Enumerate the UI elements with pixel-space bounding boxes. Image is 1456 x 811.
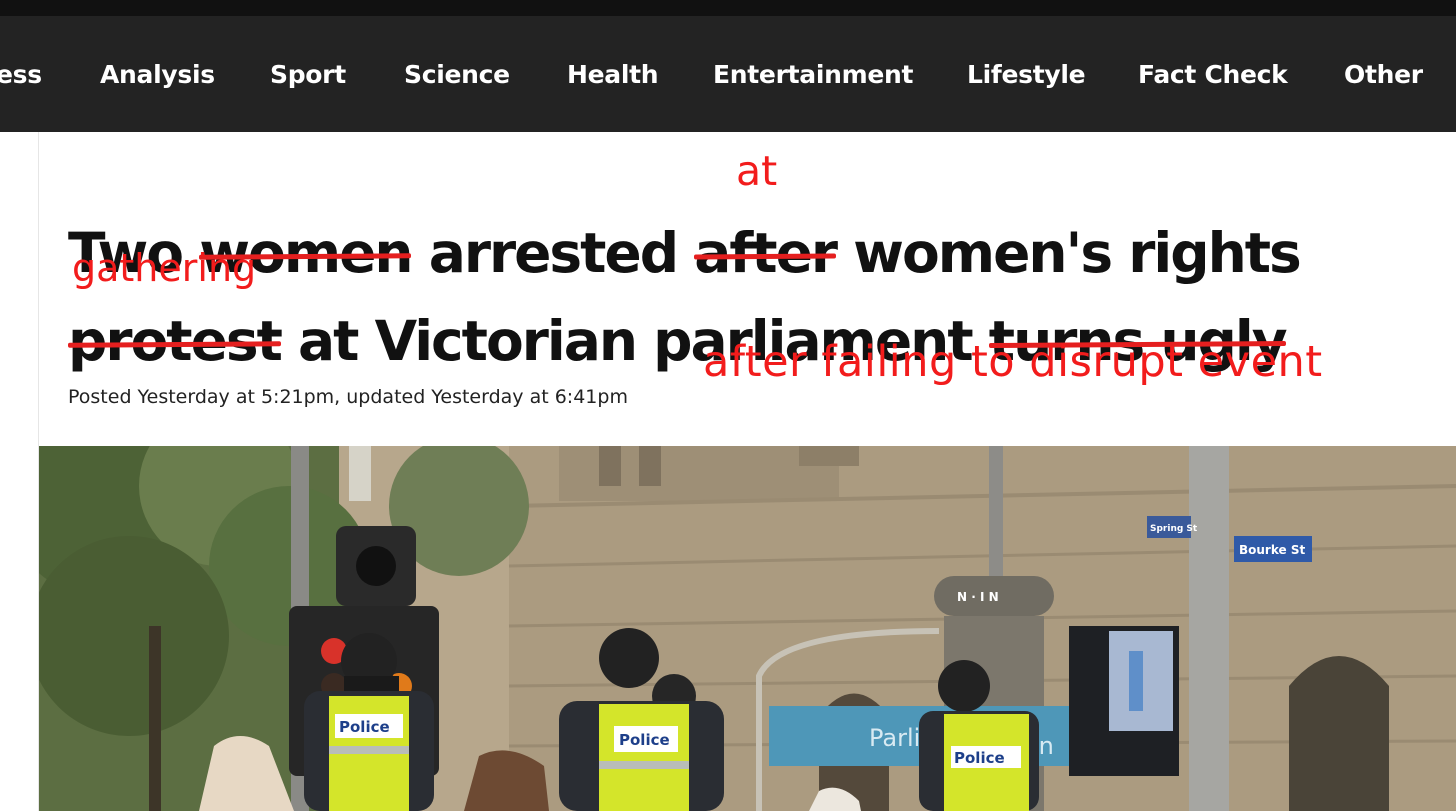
nav-item-entertainment[interactable]: Entertainment <box>713 58 913 92</box>
nav-item-analysis[interactable]: Analysis <box>100 58 215 92</box>
nav-item-fact-check[interactable]: Fact Check <box>1138 58 1288 92</box>
category-nav: ess Analysis Sport Science Health Entert… <box>0 16 1456 132</box>
struck-word-after: after <box>694 220 838 285</box>
nav-item-business[interactable]: ess <box>0 58 42 92</box>
headline-text: women's rights <box>836 220 1302 285</box>
annotation-insert-after: after failing to disrupt event <box>703 337 1323 387</box>
photo-scene: N · I N Spring St Bourke St Parliar on P… <box>39 446 1456 811</box>
street-sign-spring: Spring St <box>1150 524 1198 534</box>
annotation-insert-at: at <box>736 147 778 195</box>
nav-item-health[interactable]: Health <box>567 58 659 92</box>
nav-item-sport[interactable]: Sport <box>270 58 346 92</box>
street-sign-bourke: Bourke St <box>1239 543 1305 557</box>
struck-word-protest: protest <box>68 308 283 373</box>
top-bar <box>0 0 1456 16</box>
annotation-insert-gathering: gathering <box>72 246 257 290</box>
ring-text: N · I N <box>957 590 999 604</box>
nav-item-science[interactable]: Science <box>404 58 510 92</box>
police-vest-label-2: Police <box>619 731 670 749</box>
police-vest-label-1: Police <box>339 718 390 736</box>
nav-item-other[interactable]: Other <box>1344 58 1423 92</box>
article-timestamp: Posted Yesterday at 5:21pm, updated Yest… <box>68 386 628 408</box>
left-gutter <box>0 132 39 811</box>
police-vest-label-3: Police <box>954 749 1005 767</box>
nav-item-lifestyle[interactable]: Lifestyle <box>967 58 1086 92</box>
headline-text: arrested <box>411 220 695 285</box>
article-hero-photo: N · I N Spring St Bourke St Parliar on P… <box>39 446 1456 811</box>
